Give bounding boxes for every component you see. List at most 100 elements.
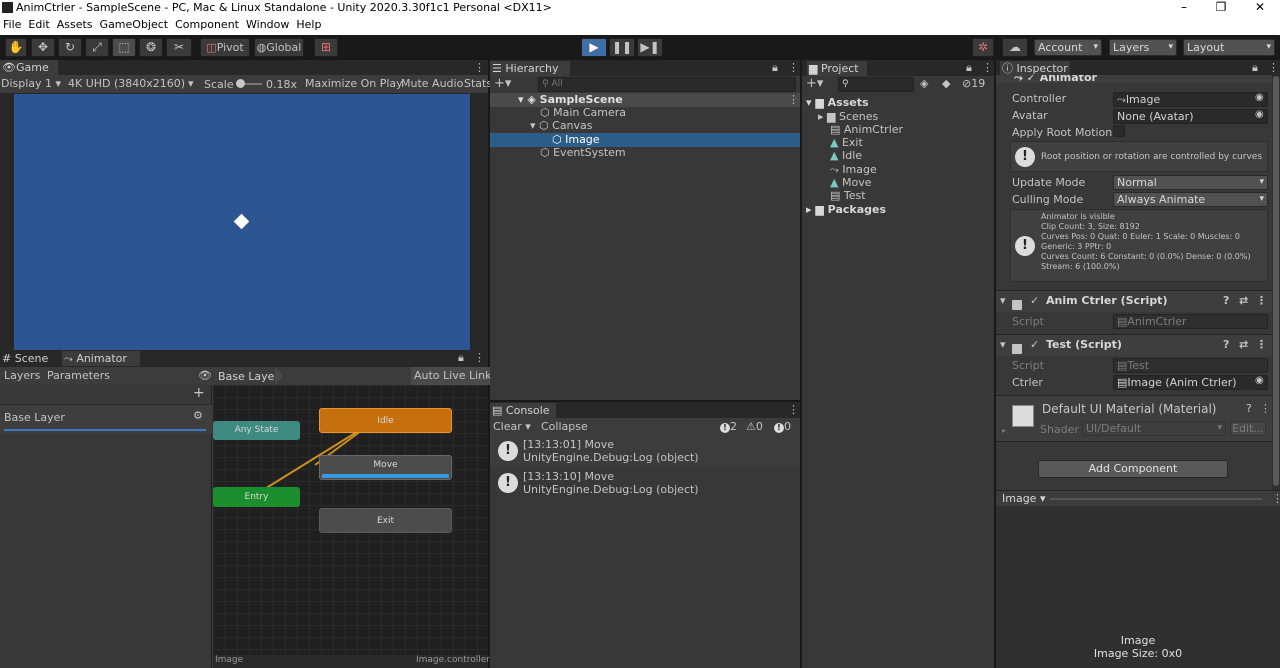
add-component-button[interactable]: Add Component bbox=[1038, 460, 1228, 478]
project-item-animctrler[interactable]: ▤ AnimCtrler bbox=[830, 123, 903, 136]
step-button[interactable]: ▶❚ bbox=[637, 38, 663, 57]
log-count-toggle[interactable]: ! 2 bbox=[720, 418, 737, 435]
maximize-on-play-toggle[interactable]: Maximize On Play bbox=[305, 75, 403, 93]
hierarchy-lock-icon[interactable]: 🔒︎ bbox=[772, 61, 778, 75]
scene-row[interactable]: ▾ ◈ SampleScene ⋮ bbox=[490, 93, 800, 107]
enabled-check-icon[interactable]: ✓ bbox=[1030, 335, 1039, 355]
idle-node[interactable]: Idle bbox=[319, 408, 452, 433]
help-icon[interactable]: ? bbox=[1223, 335, 1229, 355]
display-dropdown[interactable]: Display 1 ▾ bbox=[1, 75, 61, 93]
ctrler-field[interactable]: ▤Image (Anim Ctrler) bbox=[1113, 375, 1268, 390]
presets-icon[interactable]: ⇄ bbox=[1239, 335, 1248, 355]
hierarchy-menu-icon[interactable]: ⋮ bbox=[788, 61, 799, 74]
avatar-field[interactable]: None (Avatar) bbox=[1113, 109, 1268, 124]
menu-edit[interactable]: Edit bbox=[25, 17, 53, 31]
project-item-idle[interactable]: ▲ Idle bbox=[830, 149, 862, 162]
ctrler-picker-icon[interactable]: ◉ bbox=[1255, 375, 1264, 386]
project-add-button[interactable]: +▾ bbox=[806, 76, 823, 91]
move-node[interactable]: Move bbox=[319, 455, 452, 480]
close-button[interactable]: ✕ bbox=[1250, 0, 1270, 14]
enabled-check-icon[interactable]: ✓ bbox=[1030, 291, 1039, 311]
game-menu-icon[interactable]: ⋮ bbox=[474, 61, 485, 74]
material-foldout-icon[interactable]: ▸ bbox=[1002, 426, 1006, 435]
scale-slider-handle[interactable] bbox=[236, 79, 245, 88]
animator-menu-icon[interactable]: ⋮ bbox=[474, 351, 485, 364]
hand-tool-icon[interactable]: ✋ bbox=[5, 38, 27, 57]
layout-dropdown[interactable]: Layout bbox=[1183, 39, 1275, 56]
collapse-toggle[interactable]: Collapse bbox=[541, 418, 588, 435]
console-entry[interactable]: ! [13:13:10] Move UnityEngine.Debug:Log … bbox=[490, 467, 800, 499]
material-help-icon[interactable]: ? bbox=[1246, 402, 1252, 415]
preview-dropdown[interactable]: Image ▾ bbox=[1002, 492, 1045, 505]
menu-component[interactable]: Component bbox=[172, 17, 243, 31]
project-item-image[interactable]: ⤳ Image bbox=[830, 163, 877, 177]
update-mode-dropdown[interactable]: Normal bbox=[1113, 175, 1268, 190]
pause-button[interactable]: ❚❚ bbox=[609, 38, 635, 57]
add-layer-button[interactable]: + bbox=[193, 385, 205, 401]
help-icon[interactable]: ? bbox=[1223, 291, 1229, 311]
game-tab[interactable]: 👁Game bbox=[0, 60, 58, 75]
hierarchy-tab[interactable]: ☰ Hierarchy bbox=[490, 61, 570, 76]
account-dropdown[interactable]: Account bbox=[1034, 39, 1102, 56]
console-menu-icon[interactable]: ⋮ bbox=[788, 403, 799, 416]
custom-tool-icon[interactable]: ✂ bbox=[166, 38, 192, 57]
entry-node[interactable]: Entry bbox=[213, 487, 300, 507]
hierarchy-item-main-camera[interactable]: ⬡ Main Camera bbox=[540, 106, 626, 119]
play-button[interactable]: ▶ bbox=[581, 38, 607, 57]
foldout-icon[interactable]: ▾ bbox=[1000, 291, 1006, 311]
presets-icon[interactable]: ⇄ bbox=[1239, 291, 1248, 311]
component-menu-icon[interactable]: ⋮ bbox=[1256, 291, 1267, 311]
material-menu-icon[interactable]: ⋮ bbox=[1260, 402, 1271, 415]
preview-drag-handle[interactable] bbox=[1050, 498, 1262, 500]
project-item-exit[interactable]: ▲ Exit bbox=[830, 136, 863, 149]
mute-audio-toggle[interactable]: Mute Audio bbox=[401, 75, 463, 93]
project-item-test[interactable]: ▤ Test bbox=[830, 189, 866, 202]
hierarchy-search-input[interactable]: ⚲ All bbox=[538, 77, 796, 92]
animctrler-component-header[interactable]: ▾ ✓ Anim Ctrler (Script) ? ⇄ ⋮ bbox=[996, 290, 1272, 312]
grid-snap-icon[interactable]: ⊞ bbox=[314, 38, 338, 57]
project-search-input[interactable]: ⚲ bbox=[838, 77, 914, 92]
animator-component-header[interactable]: ⤳ ✓ Animator bbox=[996, 75, 1272, 83]
rotate-tool-icon[interactable]: ↻ bbox=[58, 38, 82, 57]
console-entry[interactable]: ! [13:13:01] Move UnityEngine.Debug:Log … bbox=[490, 435, 800, 467]
animator-graph[interactable]: Any State Idle Move Entry Exit bbox=[213, 385, 488, 655]
collab-icon[interactable]: ✲ bbox=[972, 38, 994, 57]
inspector-lock-icon[interactable]: 🔒︎ bbox=[1252, 61, 1258, 75]
menu-file[interactable]: File bbox=[0, 17, 25, 31]
exit-node[interactable]: Exit bbox=[319, 508, 452, 533]
hierarchy-item-image[interactable]: ⬡ Image bbox=[490, 133, 800, 147]
hierarchy-item-canvas[interactable]: ▾ ⬡ Canvas bbox=[530, 119, 593, 132]
eye-icon[interactable]: 👁 bbox=[198, 369, 212, 382]
scene-menu-icon[interactable]: ⋮ bbox=[788, 93, 799, 106]
project-item-scenes[interactable]: ▸ ▆ Scenes bbox=[818, 110, 878, 123]
hidden-packages-icon[interactable]: ⊘19 bbox=[962, 77, 985, 90]
minimize-button[interactable]: – bbox=[1174, 0, 1194, 14]
rect-tool-icon[interactable]: ⬚ bbox=[112, 38, 136, 57]
test-component-header[interactable]: ▾ ✓ Test (Script) ? ⇄ ⋮ bbox=[996, 334, 1272, 356]
avatar-picker-icon[interactable]: ◉ bbox=[1255, 109, 1264, 120]
game-viewport[interactable] bbox=[14, 94, 470, 350]
resolution-dropdown[interactable]: 4K UHD (3840x2160) bbox=[68, 75, 185, 93]
preview-menu-icon[interactable]: ⋮ bbox=[1272, 492, 1280, 505]
component-menu-icon[interactable]: ⋮ bbox=[1256, 335, 1267, 355]
parameters-tab[interactable]: Parameters bbox=[47, 369, 110, 382]
project-tab[interactable]: ▆ Project bbox=[807, 61, 867, 76]
scene-tab[interactable]: # Scene bbox=[0, 351, 60, 366]
menu-window[interactable]: Window bbox=[243, 17, 293, 31]
clear-button[interactable]: Clear ▾ bbox=[493, 418, 531, 435]
transform-tool-icon[interactable]: ❂ bbox=[139, 38, 163, 57]
error-count-toggle[interactable]: ! 0 bbox=[774, 418, 791, 435]
move-tool-icon[interactable]: ✥ bbox=[31, 38, 55, 57]
pivot-button[interactable]: ◫Pivot bbox=[200, 38, 250, 57]
layers-tab[interactable]: Layers bbox=[4, 369, 40, 382]
foldout-icon[interactable]: ▾ bbox=[1000, 335, 1006, 355]
project-item-packages[interactable]: ▸ ▆ Packages bbox=[806, 203, 886, 216]
inspector-menu-icon[interactable]: ⋮ bbox=[1268, 61, 1279, 74]
filter-type-icon[interactable]: ◈ bbox=[920, 77, 928, 90]
stats-toggle[interactable]: Stats bbox=[464, 75, 492, 93]
global-button[interactable]: ◍Global bbox=[254, 38, 304, 57]
any-state-node[interactable]: Any State bbox=[213, 421, 300, 440]
animator-tab[interactable]: ⤳ Animator bbox=[62, 351, 140, 366]
menu-assets[interactable]: Assets bbox=[54, 17, 97, 31]
menu-help[interactable]: Help bbox=[293, 17, 325, 31]
